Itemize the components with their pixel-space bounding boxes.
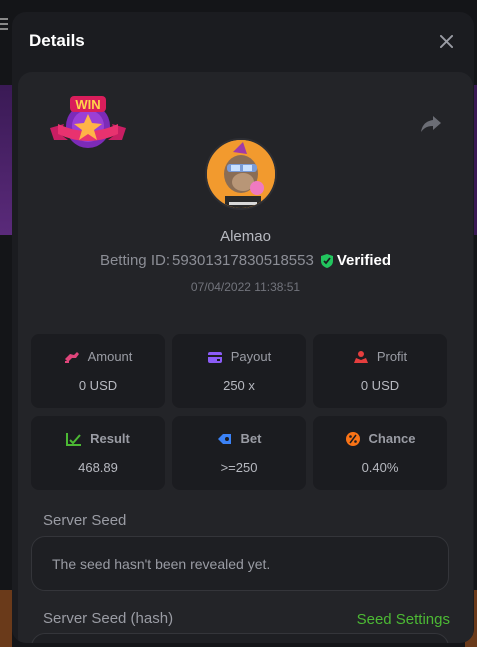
win-badge: WIN <box>48 94 128 154</box>
share-button[interactable] <box>419 112 443 136</box>
betting-id-label: Betting ID: <box>99 252 170 269</box>
tag-icon <box>217 433 231 444</box>
menu-icon <box>0 18 8 32</box>
stat-label: Result <box>90 431 130 446</box>
username: Alemao <box>220 228 271 245</box>
stat-result: Result 468.89 <box>31 416 165 490</box>
stat-value: 468.89 <box>78 460 118 475</box>
close-button[interactable] <box>436 31 456 51</box>
stat-value: >=250 <box>220 460 258 475</box>
stat-label: Amount <box>87 349 133 364</box>
stat-profit: Profit 0 USD <box>313 334 447 408</box>
verified-badge: Verified <box>320 252 391 269</box>
stat-label: Profit <box>376 349 408 364</box>
avatar <box>205 138 277 210</box>
background-banner-left <box>0 85 12 235</box>
stat-label: Chance <box>368 431 416 446</box>
server-seed-hash-label: Server Seed (hash) <box>43 610 174 627</box>
stat-chance: Chance 0.40% <box>313 416 447 490</box>
wallet-icon <box>207 351 222 363</box>
betting-id-value: 59301317830518553 <box>172 252 314 269</box>
stat-value: 0 USD <box>78 378 118 393</box>
svg-text:WIN: WIN <box>75 97 100 112</box>
stats-grid: Amount 0 USD Payout 250 x Profit 0 USD R… <box>31 334 449 490</box>
server-seed-field: The seed hasn't been revealed yet. <box>31 536 449 591</box>
modal-title: Details <box>29 31 85 50</box>
stat-value: 250 x <box>223 378 255 393</box>
shield-check-icon <box>320 253 333 268</box>
percent-icon <box>345 431 360 446</box>
close-icon <box>439 34 453 48</box>
verified-label: Verified <box>336 252 392 269</box>
stat-payout: Payout 250 x <box>172 334 306 408</box>
profit-icon <box>353 350 368 363</box>
server-seed-label: Server Seed <box>43 512 127 529</box>
bet-timestamp: 07/04/2022 11:38:51 <box>190 280 301 294</box>
stat-bet: Bet >=250 <box>172 416 306 490</box>
result-icon <box>66 432 82 446</box>
ape-avatar-image <box>207 140 275 208</box>
bet-details-card: WIN Alemao Betting ID: 59301317830518553… <box>18 72 473 643</box>
server-seed-value: The seed hasn't been revealed yet. <box>52 555 271 572</box>
win-badge-icon: WIN <box>50 96 126 148</box>
stat-label: Payout <box>230 349 272 364</box>
server-seed-hash-field[interactable] <box>31 633 449 643</box>
betting-id-row: Betting ID: 59301317830518553 Verified <box>18 252 473 269</box>
stat-label: Bet <box>240 431 262 446</box>
share-icon <box>421 116 441 132</box>
background-banner-left-bottom <box>0 590 12 647</box>
amount-icon <box>64 351 79 363</box>
details-modal: Details WIN Alemao Betting ID: 593013178… <box>12 12 474 643</box>
stat-value: 0.40% <box>361 460 399 475</box>
seed-settings-link[interactable]: Seed Settings <box>357 611 450 628</box>
stat-value: 0 USD <box>360 378 400 393</box>
modal-header: Details <box>12 12 474 70</box>
stat-amount: Amount 0 USD <box>31 334 165 408</box>
